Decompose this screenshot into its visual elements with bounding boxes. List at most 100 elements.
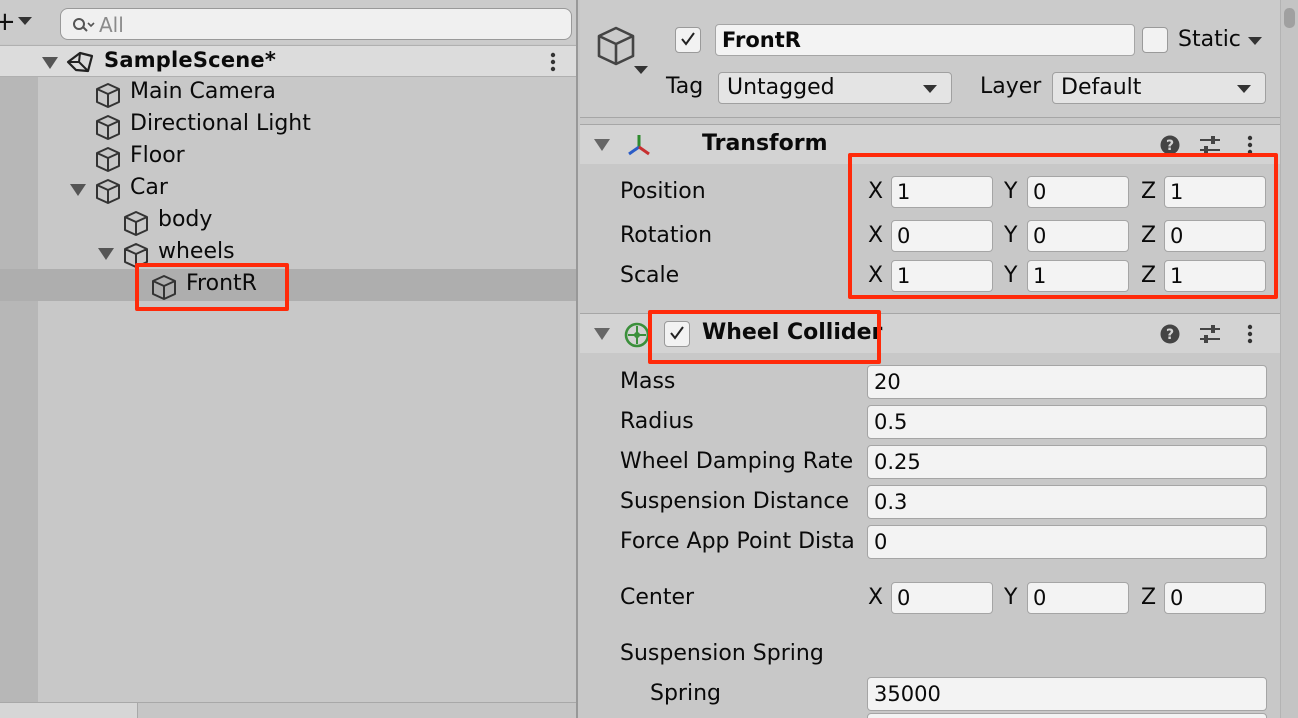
hierarchy-item-directional-light[interactable]: Directional Light (0, 109, 578, 141)
bottom-tab-bar (0, 702, 578, 718)
field-value: 20 (874, 370, 901, 394)
axis-z-label[interactable]: Z (1141, 585, 1156, 610)
mass-field[interactable]: 20 (867, 365, 1267, 399)
layer-label: Layer (980, 74, 1042, 99)
suspension-spring-label[interactable]: Suspension Spring (620, 641, 824, 666)
presets-icon[interactable] (1199, 135, 1221, 155)
hierarchy-item-body[interactable]: body (0, 205, 578, 237)
fold-arrow-icon[interactable] (42, 57, 58, 69)
hierarchy-panel: + All SampleScene* Main Camera Direction… (0, 0, 578, 718)
force-app-point-distance-label: Force App Point Dista (620, 529, 855, 554)
highlight-box-transform (848, 153, 1278, 299)
field-value: 0 (1170, 586, 1184, 610)
hierarchy-toolbar: + All (0, 0, 578, 44)
hierarchy-item-label: Directional Light (130, 111, 311, 136)
tag-value: Untagged (727, 75, 835, 100)
unity-scene-icon (66, 51, 94, 73)
tab-hierarchy[interactable] (0, 703, 138, 718)
object-name-field[interactable]: FrontR (715, 24, 1135, 56)
transform-gizmo-icon (628, 135, 650, 156)
layer-value: Default (1061, 75, 1142, 100)
hierarchy-item-label: Car (130, 175, 168, 200)
search-placeholder: All (99, 13, 124, 37)
gameobject-cube-icon (124, 211, 148, 236)
scrollbar-thumb[interactable] (1284, 8, 1295, 28)
static-label: Static (1178, 27, 1241, 52)
radius-label: Radius (620, 409, 694, 434)
center-x-field[interactable]: 0 (891, 582, 993, 614)
search-icon (73, 18, 95, 32)
plus-icon: + (0, 7, 16, 37)
object-name-value: FrontR (722, 28, 801, 52)
hierarchy-item-floor[interactable]: Floor (0, 141, 578, 173)
gameobject-cube-icon (96, 115, 120, 140)
gameobject-cube-icon (96, 179, 120, 204)
wheel-collider-icon (624, 322, 650, 348)
presets-icon[interactable] (1199, 324, 1221, 344)
field-value: 0.3 (874, 490, 908, 514)
fold-arrow-icon[interactable] (98, 248, 114, 260)
field-value: 0.25 (874, 450, 921, 474)
gameobject-cube-icon (96, 147, 120, 172)
static-checkbox[interactable] (1142, 27, 1168, 53)
scale-label: Scale (620, 263, 680, 288)
static-dropdown-icon[interactable] (1248, 37, 1262, 45)
help-icon[interactable]: ? (1160, 135, 1180, 155)
chevron-down-icon (1237, 85, 1251, 93)
hierarchy-item-label: Main Camera (130, 79, 276, 104)
spring-label: Spring (650, 681, 721, 706)
wheel-damping-rate-field[interactable]: 0.25 (867, 445, 1267, 479)
radius-field[interactable]: 0.5 (867, 405, 1267, 439)
field-value: 0 (874, 530, 888, 554)
fold-arrow-icon[interactable] (594, 328, 610, 340)
hierarchy-search-input[interactable]: All (60, 8, 572, 40)
highlight-box-wheel-collider (648, 310, 881, 364)
center-label: Center (620, 585, 695, 610)
chevron-down-icon (923, 85, 937, 93)
center-z-field[interactable]: 0 (1164, 582, 1266, 614)
create-button[interactable]: + (0, 6, 46, 40)
hierarchy-item-label: body (158, 207, 213, 232)
hierarchy-item-label: wheels (158, 239, 235, 264)
wheel-damping-rate-label: Wheel Damping Rate (620, 449, 854, 474)
axis-y-label[interactable]: Y (1004, 585, 1017, 610)
more-options-icon[interactable] (1243, 322, 1257, 346)
hierarchy-item-wheels[interactable]: wheels (0, 237, 578, 269)
inspector-panel: FrontR Static Tag Untagged Layer Default… (580, 0, 1298, 718)
mass-label: Mass (620, 369, 676, 394)
field-value: 35000 (874, 682, 941, 706)
svg-text:?: ? (1166, 138, 1174, 154)
hierarchy-item-car[interactable]: Car (0, 173, 578, 205)
more-options-icon[interactable] (546, 51, 560, 73)
fold-arrow-icon[interactable] (594, 139, 610, 151)
damper-field[interactable] (867, 713, 1267, 718)
object-header: FrontR Static Tag Untagged Layer Default (580, 0, 1280, 118)
hierarchy-item-main-camera[interactable]: Main Camera (0, 77, 578, 109)
layer-dropdown[interactable]: Default (1052, 72, 1266, 104)
highlight-box-frontr (135, 263, 289, 311)
rotation-label: Rotation (620, 223, 713, 248)
spring-field[interactable]: 35000 (867, 677, 1267, 711)
help-icon[interactable]: ? (1160, 324, 1180, 344)
gameobject-cube-icon[interactable] (594, 24, 638, 68)
svg-text:?: ? (1166, 327, 1174, 343)
fold-arrow-icon[interactable] (70, 184, 86, 196)
tag-dropdown[interactable]: Untagged (718, 72, 952, 104)
checkmark-icon (681, 32, 695, 46)
chevron-down-icon[interactable] (634, 66, 648, 74)
chevron-down-icon (18, 17, 32, 25)
axis-x-label[interactable]: X (868, 585, 883, 610)
scene-name: SampleScene* (104, 48, 277, 72)
position-label: Position (620, 179, 706, 204)
scene-header-row[interactable]: SampleScene* (0, 45, 578, 77)
force-app-point-distance-field[interactable]: 0 (867, 525, 1267, 559)
field-value: 0 (1033, 586, 1047, 610)
hierarchy-item-frontr[interactable]: FrontR (0, 269, 578, 301)
inspector-scrollbar[interactable] (1280, 0, 1298, 718)
active-checkbox[interactable] (675, 27, 701, 53)
center-y-field[interactable]: 0 (1027, 582, 1129, 614)
component-title: Transform (702, 131, 828, 156)
suspension-distance-field[interactable]: 0.3 (867, 485, 1267, 519)
panel-splitter[interactable] (576, 0, 578, 718)
tag-label: Tag (666, 74, 704, 99)
